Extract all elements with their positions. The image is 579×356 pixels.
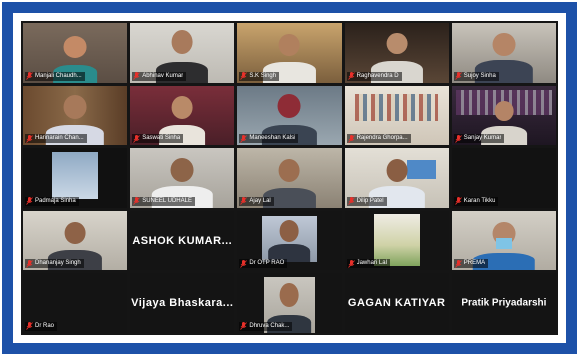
muted-mic-icon	[26, 72, 33, 80]
participant-name-tag: Saswati Sinha	[132, 134, 184, 144]
participant-tile[interactable]: ASHOK KUMAR...	[130, 210, 235, 271]
participant-name: Padmaja Sinha	[35, 197, 76, 204]
participant-name-tag: Sujoy Sinha	[453, 71, 499, 81]
participant-name-tag: Karan Tikku	[453, 196, 499, 206]
participant-tile[interactable]: Dr OTP RAO	[237, 210, 342, 271]
participant-name-tag: Harinarain Chan...	[25, 134, 87, 144]
muted-mic-icon	[26, 197, 33, 206]
muted-mic-icon	[240, 72, 248, 80]
participant-name-tag: Rajendra Ghorpa...	[346, 134, 411, 144]
participant-name-tag: Dr Rao	[25, 321, 58, 331]
participant-tile[interactable]: Dr Rao	[23, 273, 128, 333]
participant-display-name: ASHOK KUMAR...	[132, 234, 233, 247]
participant-name: Sanjay Kumar	[463, 135, 502, 142]
muted-mic-icon	[240, 259, 248, 268]
participant-tile[interactable]: Karan Tikku	[451, 148, 556, 208]
participant-name-tag: Jawhari Lal	[346, 259, 390, 269]
participant-name: Ajay Lal	[249, 197, 271, 204]
participant-name-tag: Sanjay Kumar	[453, 134, 505, 144]
participant-name-tag: Manjali Chaudh...	[25, 71, 85, 81]
muted-mic-icon	[454, 197, 462, 206]
muted-mic-icon	[347, 72, 355, 80]
participant-display-name: Pratik Priyadarshi	[461, 297, 547, 309]
muted-mic-icon	[133, 72, 141, 80]
participant-name: Dhananjay Singh	[35, 260, 81, 267]
participant-name: PREMA	[463, 260, 486, 267]
participant-tile[interactable]: Ajay Lal	[237, 148, 342, 208]
muted-mic-icon	[347, 134, 355, 143]
participant-name-tag: Abhinav Kumar	[132, 71, 187, 81]
participant-tile[interactable]: GAGAN KATIYAR	[344, 273, 449, 333]
participant-tile[interactable]: Padmaja Sinha	[23, 148, 128, 208]
muted-mic-icon	[240, 134, 248, 143]
participant-display-name: GAGAN KATIYAR	[347, 297, 446, 310]
participant-name: S.K Singh	[249, 72, 277, 79]
muted-mic-icon	[240, 197, 248, 206]
participant-tile-active-speaker[interactable]: Dilip Patel	[344, 148, 449, 208]
muted-mic-icon	[26, 259, 33, 268]
participant-tile[interactable]: Raghavendra D	[344, 23, 449, 83]
participant-name-tag: Dhananjay Singh	[25, 259, 84, 269]
participant-tile[interactable]: Sanjay Kumar	[451, 85, 556, 146]
participant-display-name: Vijaya Bhaskara...	[131, 297, 234, 310]
muted-mic-icon	[133, 134, 141, 143]
participant-name: Abhinav Kumar	[142, 72, 184, 79]
participant-name: Dilip Patel	[356, 197, 384, 204]
muted-mic-icon	[133, 197, 141, 206]
muted-mic-icon	[26, 134, 33, 143]
participant-name: Raghavendra D	[356, 72, 399, 79]
participant-tile[interactable]: S.K Singh	[237, 23, 342, 83]
participant-name-tag: Padmaja Sinha	[25, 196, 79, 206]
participant-name: Karan Tikku	[463, 197, 496, 204]
muted-mic-icon	[454, 72, 462, 80]
participant-name: SUNEEL UDHALE	[142, 197, 192, 204]
participant-name-tag: S.K Singh	[239, 71, 280, 81]
participant-tile[interactable]: Sujoy Sinha	[451, 23, 556, 83]
participant-name-tag: Raghavendra D	[346, 71, 402, 81]
participant-tile[interactable]: Rajendra Ghorpa...	[344, 85, 449, 146]
participant-name-tag: Ajay Lal	[239, 196, 274, 206]
participant-name-tag: PREMA	[453, 259, 489, 269]
participant-name: Sujoy Sinha	[463, 72, 496, 79]
participant-tile[interactable]: PREMA	[451, 210, 556, 271]
participant-name-tag: Dhruva Chak...	[239, 321, 293, 331]
participant-name: Saswati Sinha	[142, 135, 181, 142]
muted-mic-icon	[454, 259, 462, 268]
participant-name: Dr Rao	[35, 322, 55, 329]
participant-name-tag: Dr OTP RAO	[239, 259, 288, 269]
participant-name: Rajendra Ghorpa...	[356, 135, 408, 142]
participant-tile[interactable]: Saswati Sinha	[130, 85, 235, 146]
participant-name-tag: SUNEEL UDHALE	[132, 196, 195, 206]
participant-name-tag: Dilip Patel	[346, 196, 387, 206]
figure-frame: Manjali Chaudh... Abhinav Kumar S.K Sing…	[2, 2, 577, 354]
participant-name: Manjali Chaudh...	[35, 72, 82, 79]
participant-tile[interactable]: Pratik Priyadarshi	[451, 273, 556, 333]
participant-name: Maneeshan Kalsi	[249, 135, 296, 142]
participant-tile[interactable]: Vijaya Bhaskara...	[130, 273, 235, 333]
participant-tile[interactable]: Dhananjay Singh	[23, 210, 128, 271]
participant-tile[interactable]: Harinarain Chan...	[23, 85, 128, 146]
video-gallery-grid: Manjali Chaudh... Abhinav Kumar S.K Sing…	[21, 21, 558, 335]
muted-mic-icon	[454, 134, 462, 143]
muted-mic-icon	[26, 322, 33, 331]
participant-name: Dhruva Chak...	[249, 322, 290, 329]
participant-name: Dr OTP RAO	[249, 260, 285, 267]
participant-tile[interactable]: Dhruva Chak...	[237, 273, 342, 333]
participant-tile[interactable]: Jawhari Lal	[344, 210, 449, 271]
participant-tile[interactable]: Manjali Chaudh...	[23, 23, 128, 83]
participant-name: Jawhari Lal	[356, 260, 387, 267]
participant-tile[interactable]: SUNEEL UDHALE	[130, 148, 235, 208]
frame-inner: Manjali Chaudh... Abhinav Kumar S.K Sing…	[13, 13, 566, 343]
participant-tile[interactable]: Abhinav Kumar	[130, 23, 235, 83]
participant-name: Harinarain Chan...	[35, 135, 84, 142]
participant-tile[interactable]: Maneeshan Kalsi	[237, 85, 342, 146]
muted-mic-icon	[347, 259, 355, 268]
muted-mic-icon	[240, 322, 248, 331]
muted-mic-icon	[347, 197, 355, 206]
participant-name-tag: Maneeshan Kalsi	[239, 134, 299, 144]
